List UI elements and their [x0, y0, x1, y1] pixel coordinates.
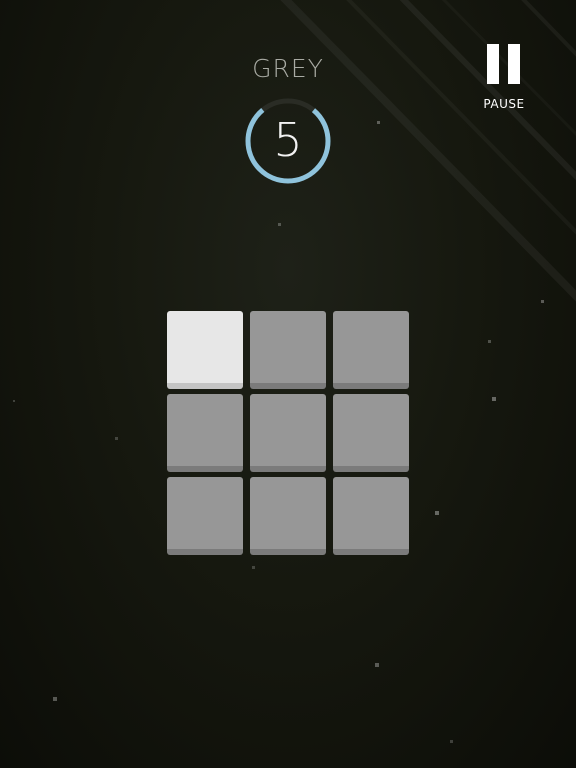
tile-r3-c2[interactable] [250, 477, 326, 555]
tile-r2-c1[interactable] [167, 394, 243, 472]
pause-button[interactable]: PAUSE [474, 40, 534, 116]
timer-value: 5 [273, 113, 303, 167]
tile-r1-c1[interactable] [167, 311, 243, 389]
countdown-timer: 5 [243, 96, 333, 186]
tile-r2-c3[interactable] [333, 394, 409, 472]
color-word: GREY [252, 54, 324, 83]
tile-r3-c1[interactable] [167, 477, 243, 555]
tile-r3-c3[interactable] [333, 477, 409, 555]
tile-r2-c2[interactable] [250, 394, 326, 472]
tile-grid [167, 311, 409, 556]
tile-r1-c3[interactable] [333, 311, 409, 389]
tile-r1-c2[interactable] [250, 311, 326, 389]
pause-label: PAUSE [483, 97, 525, 111]
pause-icon [487, 44, 521, 84]
